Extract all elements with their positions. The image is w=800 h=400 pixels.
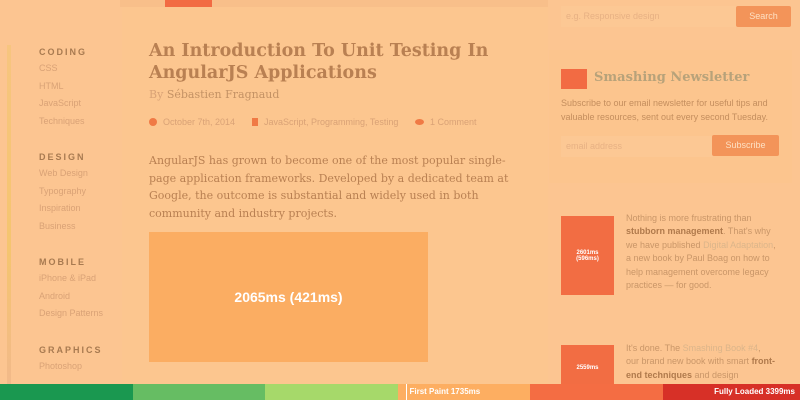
sidebar-color-strip bbox=[7, 45, 11, 385]
subscribe-button[interactable]: Subscribe bbox=[712, 135, 779, 156]
comment-icon bbox=[415, 119, 424, 125]
category-heading: CODING bbox=[39, 47, 87, 57]
ad-text: Nothing is more frustrating than stubbor… bbox=[626, 212, 776, 292]
timeline-segment bbox=[530, 384, 663, 400]
category-link[interactable]: Typography bbox=[39, 186, 129, 204]
article-title[interactable]: An Introduction To Unit Testing In Angul… bbox=[149, 40, 529, 84]
clock-icon bbox=[149, 118, 157, 126]
article-tags[interactable]: JavaScript, Programming, Testing bbox=[264, 117, 398, 127]
ad-text-part: It's done. The bbox=[626, 343, 683, 353]
email-input[interactable]: email address bbox=[561, 136, 713, 157]
category-link[interactable]: JavaScript bbox=[39, 98, 129, 116]
category-link[interactable]: Techniques bbox=[39, 116, 129, 134]
category-link[interactable]: Business bbox=[39, 221, 129, 239]
category-link[interactable]: Web Design bbox=[39, 168, 129, 186]
ad-image[interactable]: 2601ms (596ms) bbox=[561, 216, 614, 295]
timeline-segment: Fully Loaded 3399ms bbox=[662, 384, 800, 400]
fully-loaded-label: Fully Loaded 3399ms bbox=[714, 387, 795, 396]
ad-book-link[interactable]: Digital Adaptation bbox=[703, 240, 773, 250]
ad-timing-label: 2559ms bbox=[576, 364, 599, 371]
first-paint-marker bbox=[405, 384, 407, 400]
category-heading: GRAPHICS bbox=[39, 344, 103, 355]
category-link[interactable]: iPhone & iPad bbox=[39, 273, 129, 291]
search-button[interactable]: Search bbox=[736, 6, 791, 27]
timeline-segment: First Paint 1735ms bbox=[397, 384, 530, 400]
ad-book-link[interactable]: Smashing Book #4 bbox=[683, 343, 759, 353]
image-timing-label: 2065ms (421ms) bbox=[234, 289, 343, 305]
by-label: By bbox=[149, 88, 164, 101]
category-sidebar: CODING CSS HTML JavaScript Techniques DE… bbox=[39, 47, 129, 397]
category-link[interactable]: HTML bbox=[39, 81, 129, 99]
category-heading: DESIGN bbox=[39, 152, 86, 162]
newsletter-icon bbox=[561, 69, 587, 89]
category-link[interactable]: CSS bbox=[39, 63, 129, 81]
timeline-segment bbox=[265, 384, 398, 400]
ad-timing-label: 2601ms (596ms) bbox=[576, 249, 599, 262]
load-timeline: First Paint 1735ms Fully Loaded 3399ms bbox=[0, 384, 800, 400]
ad-text-part: Nothing is more frustrating than bbox=[626, 213, 752, 223]
byline: By Sébastien Fragnaud bbox=[149, 88, 279, 101]
category-heading: MOBILE bbox=[39, 257, 86, 267]
category-link[interactable]: Inspiration bbox=[39, 203, 129, 221]
article-date: October 7th, 2014 bbox=[163, 117, 236, 127]
article-image: 2065ms (421ms) bbox=[149, 232, 428, 362]
article-meta: October 7th, 2014 JavaScript, Programmin… bbox=[149, 117, 477, 127]
timeline-segment bbox=[0, 384, 133, 400]
article-lead: AngularJS has grown to become one of the… bbox=[149, 154, 509, 220]
category-link[interactable]: Android bbox=[39, 291, 129, 309]
newsletter-title: Smashing Newsletter bbox=[594, 70, 750, 85]
category-link[interactable]: Photoshop bbox=[39, 361, 129, 379]
comments-link[interactable]: 1 Comment bbox=[430, 117, 477, 127]
newsletter-description: Subscribe to our email newsletter for us… bbox=[561, 98, 768, 122]
bookmark-icon bbox=[252, 118, 258, 126]
timeline-segment bbox=[132, 384, 265, 400]
search-input[interactable]: e.g. Responsive design bbox=[561, 6, 737, 27]
first-paint-label: First Paint 1735ms bbox=[409, 387, 481, 396]
author-link[interactable]: Sébastien Fragnaud bbox=[167, 88, 280, 101]
ad-text-bold: stubborn management bbox=[626, 226, 724, 237]
category-link[interactable]: Design Patterns bbox=[39, 308, 129, 326]
active-nav-indicator bbox=[165, 0, 212, 7]
